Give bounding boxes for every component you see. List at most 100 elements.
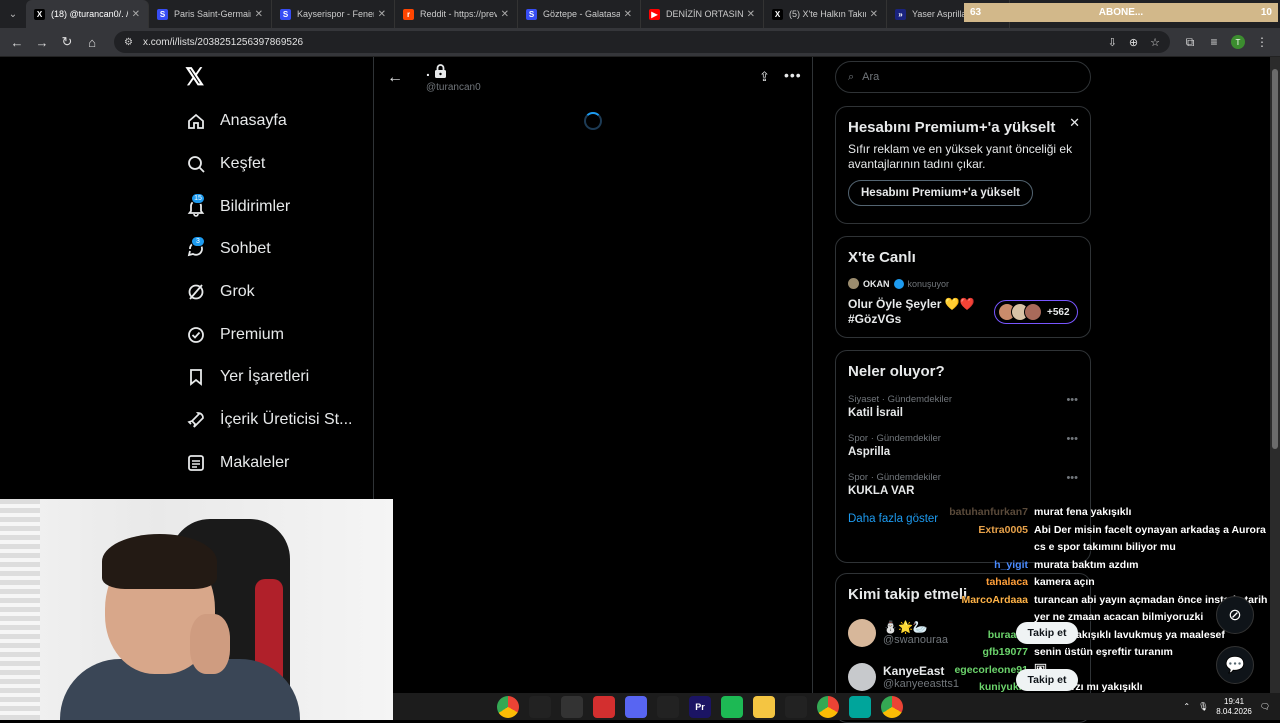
media-icon[interactable]: ≡ [1202,31,1226,53]
sidebar-item-label: Keşfet [220,155,266,173]
url-text: x.com/i/lists/2038251256397869526 [142,36,304,48]
browser-menu-icon[interactable]: ⋮ [1250,31,1274,53]
premiere-icon[interactable]: Pr [689,695,711,718]
sidebar-item-label: Grok [220,283,255,301]
grok-fab-icon[interactable]: ⊘ [1216,596,1254,634]
obs-icon[interactable] [561,695,583,718]
x-icon: X [772,8,783,20]
url-field[interactable]: ⚙ x.com/i/lists/2038251256397869526 ⇩ ⊕ … [114,31,1170,53]
tab-close-icon[interactable]: ✕ [255,9,263,20]
folder-icon[interactable] [753,695,775,718]
sidebar-item-chat[interactable]: 3 Sohbet [186,228,352,271]
verified-icon [893,278,904,289]
forward-icon[interactable]: → [31,31,53,53]
more-icon[interactable]: ••• [1066,472,1078,484]
sidebar-item-rocket[interactable]: İçerik Üreticisi St... [186,399,352,442]
sidebar-item-grok[interactable]: Grok [186,271,352,314]
live-card[interactable]: X'te Canlı OKAN konuşuyor Olur Öyle Şeyl… [835,236,1091,338]
tab-search-button[interactable]: ⌄ [0,0,26,28]
extensions-icon[interactable]: ⧉ [1178,31,1202,53]
tab-title: Kayserispor - Fenerba [297,9,374,19]
follow-button[interactable]: Takip et [1016,669,1078,691]
browser-tab[interactable]: X (18) @turancan0/. / X ✕ [26,0,149,28]
tab-close-icon[interactable]: ✕ [501,9,509,20]
bookmark-star-icon[interactable]: ☆ [1150,36,1160,49]
tab-title: DENİZİN ORTASINDA [666,9,743,19]
avatar [848,619,876,647]
back-icon[interactable]: ← [6,31,28,53]
tray-chevron-icon[interactable]: ⌃ [1183,702,1190,711]
microphone-icon[interactable]: 🎙 [1198,702,1208,711]
x-logo-icon[interactable]: 𝕏 [185,66,209,90]
tab-title: (5) X'te Halkın Takımı [789,9,866,19]
sidebar-item-article[interactable]: Makaleler [186,442,352,485]
capcut-icon[interactable] [529,695,551,718]
more-icon[interactable]: ••• [1066,433,1078,445]
search-icon: ⌕ [848,70,855,83]
follow-button[interactable]: Takip et [1016,622,1078,644]
premium-body: Sıfır reklam ve en yüksek yanıt önceliği… [848,142,1073,171]
back-arrow-icon[interactable]: ← [387,69,403,87]
sidebar-item-label: Sohbet [220,240,271,258]
chat-text: murat fena yakışıklı [1034,506,1132,518]
sidebar-item-bookmark[interactable]: Yer İşaretleri [186,356,352,399]
profile-avatar[interactable]: T [1231,35,1245,49]
browser-tab[interactable]: X (5) X'te Halkın Takımı ✕ [764,0,887,28]
live-host: OKAN konuşuyor [848,278,1078,289]
messages-fab-icon[interactable]: 💬 [1216,646,1254,684]
trend-name: Asprilla [848,446,891,458]
trend-category: Siyaset · Gündemdekiler [848,394,953,405]
sidebar-item-label: Anasayfa [220,112,287,130]
install-icon[interactable]: ⇩ [1108,36,1117,49]
windows-taskbar: Pr ⌃ 🎙 19:41 8.04.2026 🗨 [393,693,1280,720]
search-input[interactable]: ⌕ Ara [835,61,1091,93]
app-teal-icon[interactable] [849,695,871,718]
streamer-hair [102,534,217,589]
list-title: . [426,63,447,79]
browser-tab[interactable]: S Kayserispor - Fenerba ✕ [272,0,395,28]
notification-icon[interactable]: 🗨 [1260,702,1270,711]
tab-close-icon[interactable]: ✕ [870,9,878,20]
notification-badge: 15 [191,193,205,205]
notification-badge: 3 [191,236,205,248]
more-icon[interactable]: ••• [1066,394,1078,406]
trend-item[interactable]: Spor · Gündemdekiler KUKLA VAR ••• [848,472,1078,497]
app-red-icon[interactable] [593,695,615,718]
tab-close-icon[interactable]: ✕ [132,9,140,20]
sidebar-item-home[interactable]: Anasayfa [186,100,352,143]
home-button-icon[interactable]: ⌂ [81,31,103,53]
clock[interactable]: 19:41 8.04.2026 [1216,697,1252,717]
reload-icon[interactable]: ↻ [56,31,78,53]
sidebar-item-search[interactable]: Keşfet [186,143,352,186]
scrollbar-thumb[interactable] [1272,69,1278,449]
chrome-icon[interactable] [817,695,839,718]
discord-icon[interactable] [625,695,647,718]
browser-tab[interactable]: S Paris Saint-Germain - ✕ [149,0,272,28]
browser-tab[interactable]: ▶ DENİZİN ORTASINDA ✕ [641,0,764,28]
capcut-icon[interactable] [657,695,679,718]
browser-tab[interactable]: r Reddit - https://previ ✕ [395,0,518,28]
trend-item[interactable]: Spor · Gündemdekiler Asprilla ••• [848,433,1078,458]
tab-close-icon[interactable]: ✕ [624,9,632,20]
spotify-icon[interactable] [721,695,743,718]
listeners-pill[interactable]: +562 [994,300,1078,324]
premium-upgrade-button[interactable]: Hesabını Premium+'a yükselt [848,180,1034,206]
site-info-icon[interactable]: ⚙ [124,37,133,48]
trend-item[interactable]: Siyaset · Gündemdekiler Katil İsrail ••• [848,394,1078,419]
sidebar-item-verified[interactable]: Premium [186,313,352,356]
sidebar-item-bell[interactable]: 15 Bildirimler [186,185,352,228]
chat-message: h_yigit murata baktım azdım [940,557,1275,575]
listener-count: +562 [1047,306,1070,318]
zoom-icon[interactable]: ⊕ [1129,36,1138,49]
chrome-icon[interactable] [881,695,903,718]
chrome-icon[interactable] [497,695,519,718]
tab-close-icon[interactable]: ✕ [378,9,386,20]
share-icon[interactable]: ⇪ [759,69,770,85]
tab-close-icon[interactable]: ✕ [747,9,755,20]
chat-username: Extra0005 [978,523,1028,536]
browser-tab[interactable]: S Göztepe - Galatasara ✕ [518,0,641,28]
host-status: konuşuyor [907,278,950,289]
close-icon[interactable]: ✕ [1069,115,1080,131]
capcut-icon[interactable] [785,695,807,718]
more-options-icon[interactable]: ••• [784,67,802,83]
